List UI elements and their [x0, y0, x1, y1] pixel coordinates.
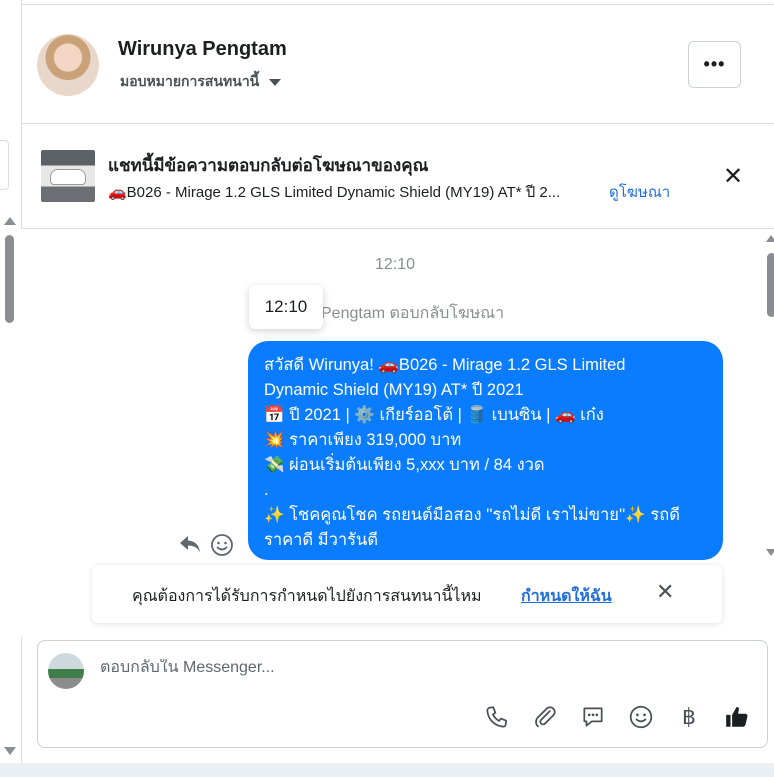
assign-to-me-link[interactable]: กำหนดให้ฉัน — [521, 584, 612, 609]
message-actions — [178, 533, 234, 563]
assign-prompt-text: คุณต้องการได้รับการกำหนดไปยังการสนทนานี้… — [132, 588, 482, 605]
ad-banner-subtitle: 🚗B026 - Mirage 1.2 GLS Limited Dynamic S… — [108, 184, 561, 201]
react-emoji-icon[interactable] — [210, 533, 234, 563]
phone-icon[interactable] — [483, 703, 511, 731]
message-line: 📅 ปี 2021 | ⚙️ เกียร์ออโต้ | 🛢️ เบนซิน |… — [264, 406, 604, 424]
scroll-up-arrow-icon[interactable] — [4, 217, 16, 225]
message-line: ✨ โชคคูณโชค รถยนต์มือสอง ''รถไม่ดี เราไม… — [264, 506, 680, 524]
message-line: ราคาดี มีวารันตี — [264, 531, 378, 549]
bottom-strip — [0, 763, 774, 777]
ad-banner-title: แชทนี้มีข้อความตอบกลับต่อโฆษณาของคุณ — [108, 156, 429, 175]
reply-composer: ฿ — [37, 640, 768, 748]
scroll-down-arrow-icon[interactable] — [766, 549, 774, 556]
scrollbar-thumb[interactable] — [5, 235, 14, 323]
view-ad-link[interactable]: ดูโฆษณา — [609, 180, 670, 204]
close-icon[interactable]: ✕ — [723, 162, 743, 191]
assign-prompt: คุณต้องการได้รับการกำหนดไปยังการสนทนานี้… — [92, 565, 722, 623]
saved-replies-icon[interactable] — [579, 703, 607, 731]
message-line: 💸 ผ่อนเริ่มต้นเพียง 5,xxx บาท / 84 งวด — [264, 456, 545, 474]
reply-input[interactable] — [100, 659, 700, 677]
attachment-icon[interactable] — [531, 703, 559, 731]
message-line: Dynamic Shield (MY19) AT* ปี 2021 — [264, 381, 524, 399]
conversation-header: Wirunya Pengtam มอบหมายการสนทนานี้ ••• — [21, 5, 774, 124]
message-bubble[interactable]: สวัสดี Wirunya! 🚗B026 - Mirage 1.2 GLS L… — [248, 341, 723, 560]
reply-icon[interactable] — [178, 533, 202, 563]
avatar[interactable] — [37, 34, 99, 96]
assign-label: มอบหมายการสนทนานี้ — [120, 73, 260, 89]
emoji-icon[interactable] — [627, 703, 655, 731]
scroll-up-arrow-icon[interactable] — [766, 235, 774, 242]
more-options-button[interactable]: ••• — [688, 41, 741, 88]
message-line: สวัสดี Wirunya! 🚗B026 - Mirage 1.2 GLS L… — [264, 356, 626, 374]
time-tooltip: 12:10 — [249, 285, 323, 329]
chevron-down-icon — [269, 78, 282, 86]
message-line: . — [264, 481, 269, 499]
ad-reply-note: Pengtam ตอบกลับโฆษณา — [321, 305, 505, 322]
collapse-tab[interactable] — [0, 140, 9, 190]
message-timestamp: 12:10 — [375, 256, 416, 273]
ad-reply-banner: แชทนี้มีข้อความตอบกลับต่อโฆษณาของคุณ 🚗B0… — [21, 124, 774, 229]
close-icon[interactable]: ✕ — [656, 579, 674, 605]
composer-toolbar: ฿ — [483, 703, 751, 731]
ad-thumbnail — [41, 150, 95, 202]
chat-scrollbar-thumb[interactable] — [767, 253, 774, 317]
like-icon[interactable] — [723, 703, 751, 731]
scroll-down-arrow-icon[interactable] — [4, 747, 16, 755]
left-scroll-rail — [0, 0, 22, 777]
assign-conversation-dropdown[interactable]: มอบหมายการสนทนานี้ — [120, 71, 282, 93]
baht-icon[interactable]: ฿ — [675, 703, 703, 731]
page-avatar — [48, 653, 84, 689]
message-line: 💥 ราคาเพียง 319,000 บาท — [264, 431, 462, 449]
user-name: Wirunya Pengtam — [118, 38, 287, 60]
